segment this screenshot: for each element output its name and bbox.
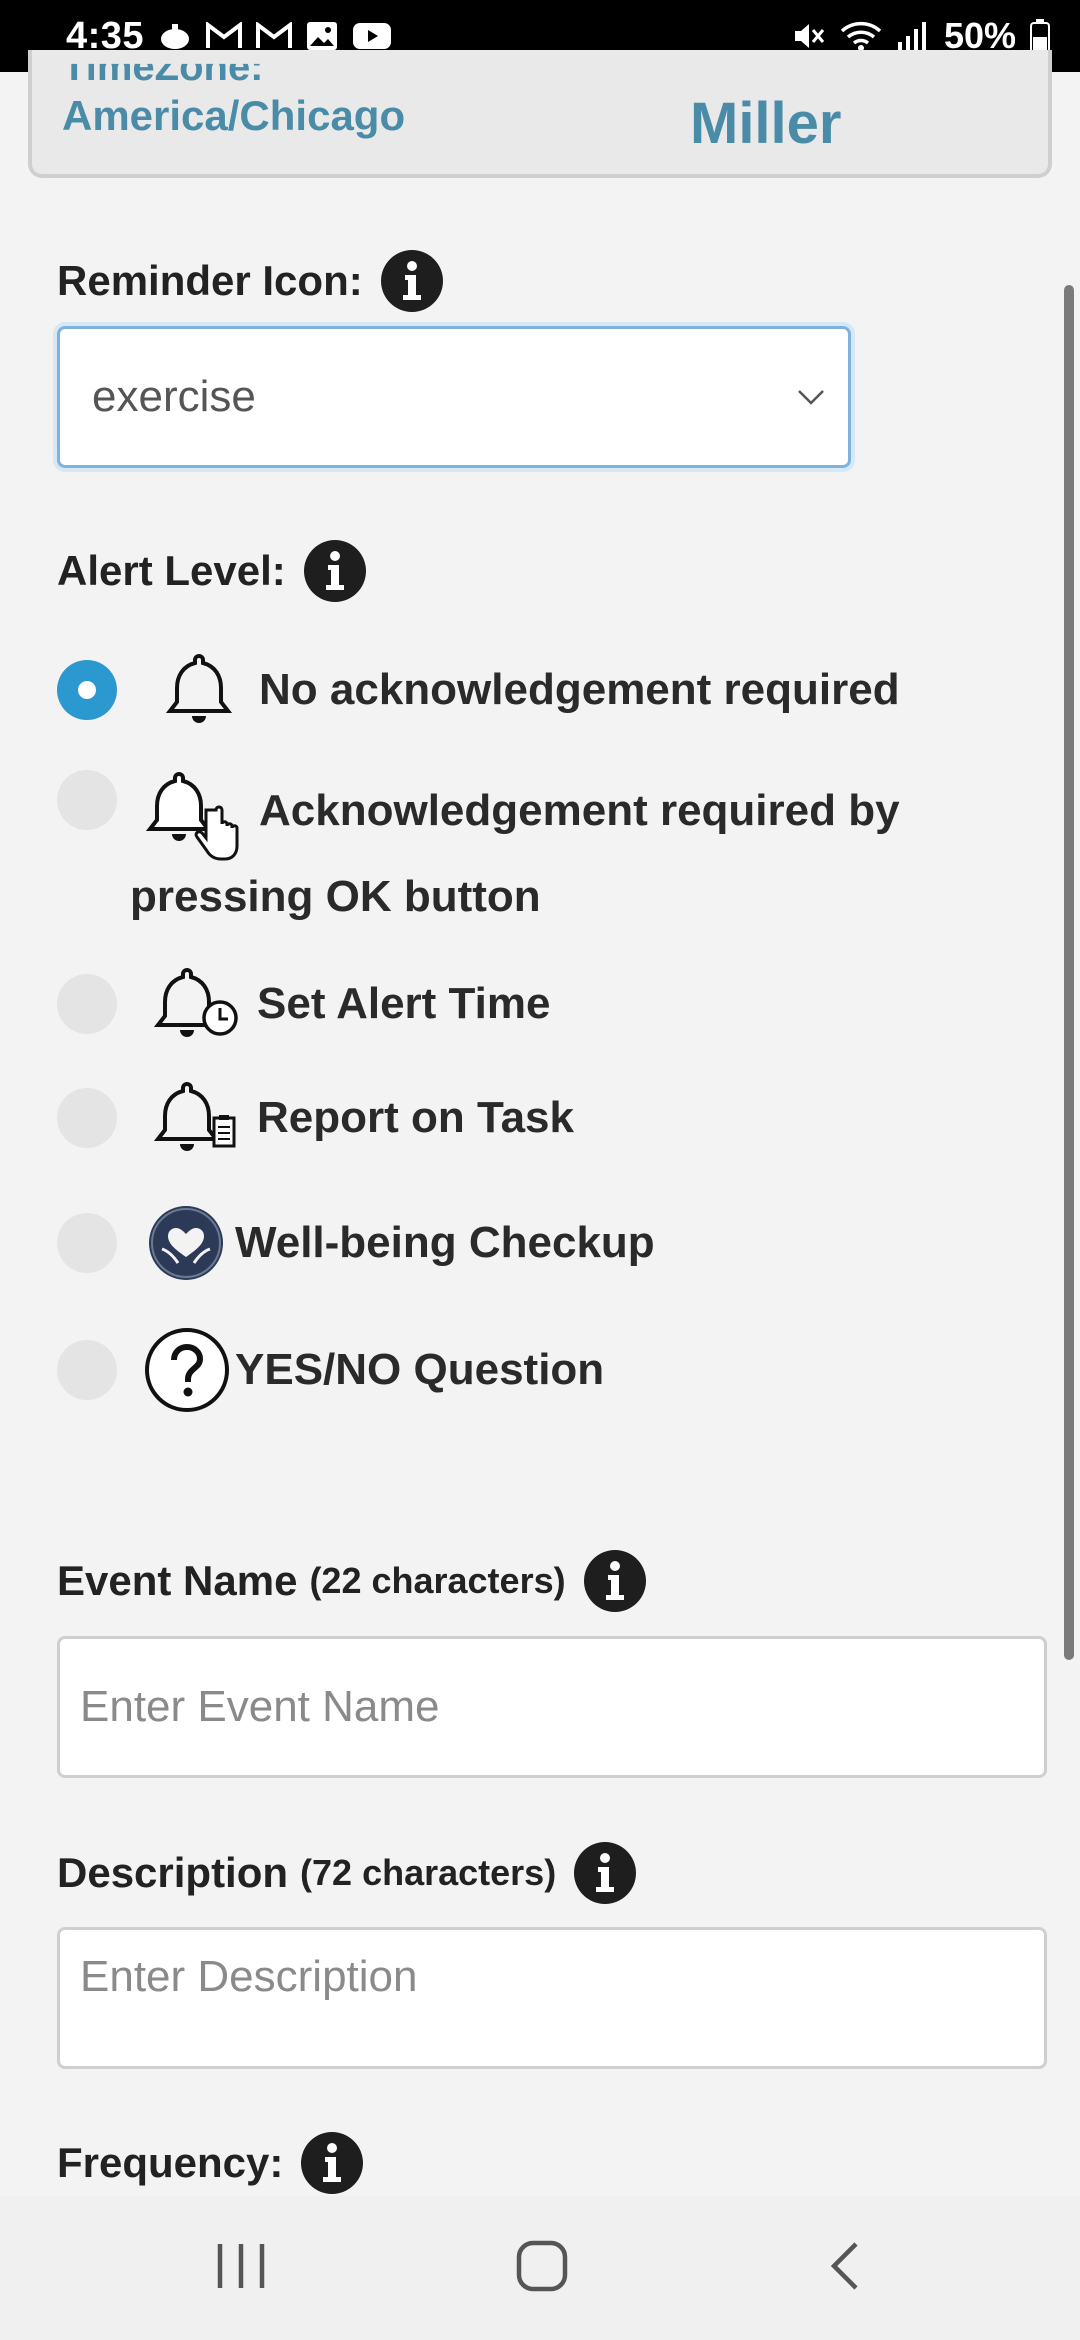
system-nav-bar bbox=[0, 2196, 1080, 2340]
heart-hands-icon bbox=[147, 1204, 225, 1282]
info-icon[interactable] bbox=[574, 1842, 637, 1904]
user-surname: Miller bbox=[690, 91, 842, 156]
radio-button[interactable] bbox=[57, 1088, 117, 1148]
gmail-icon bbox=[206, 22, 243, 50]
reminder-icon-select[interactable]: exercise bbox=[57, 326, 851, 468]
recent-apps-icon bbox=[217, 2244, 265, 2288]
battery-icon bbox=[1030, 19, 1050, 53]
alert-option-report-task[interactable]: Report on Task bbox=[57, 1080, 574, 1156]
radio-button-checked[interactable] bbox=[57, 660, 117, 720]
reminder-icon-label-row: Reminder Icon: bbox=[57, 250, 443, 312]
mute-icon bbox=[792, 20, 826, 52]
bell-icon bbox=[139, 652, 259, 728]
alert-option-ack-ok[interactable]: Acknowledgement required by bbox=[57, 770, 900, 870]
description-label-row: Description (72 characters) bbox=[57, 1842, 637, 1904]
alert-option-label: Acknowledgement required by bbox=[259, 786, 900, 835]
back-button[interactable] bbox=[820, 2236, 870, 2296]
description-input[interactable] bbox=[57, 1927, 1047, 2069]
youtube-icon bbox=[352, 21, 392, 51]
wifi-icon bbox=[840, 19, 882, 53]
radio-button[interactable] bbox=[57, 974, 117, 1034]
frequency-label-row: Frequency: bbox=[57, 2132, 364, 2194]
bell-clipboard-icon bbox=[137, 1080, 257, 1156]
frequency-label: Frequency: bbox=[57, 2139, 284, 2186]
info-icon[interactable] bbox=[303, 540, 366, 602]
alert-option-label: YES/NO Question bbox=[235, 1345, 605, 1394]
home-icon bbox=[516, 2240, 568, 2292]
timezone-value: America/Chicago bbox=[62, 92, 406, 139]
reminder-icon-selected: exercise bbox=[92, 372, 256, 421]
alert-option-label: Report on Task bbox=[257, 1093, 575, 1142]
radio-button[interactable] bbox=[57, 1340, 117, 1400]
notification-app-icon bbox=[158, 21, 192, 51]
event-name-hint: (22 characters) bbox=[309, 1560, 566, 1601]
alert-level-label: Alert Level: bbox=[57, 547, 286, 594]
reminder-icon-label: Reminder Icon: bbox=[57, 257, 363, 304]
alert-option-label: Set Alert Time bbox=[257, 979, 551, 1028]
info-icon[interactable] bbox=[301, 2132, 364, 2194]
scrollbar[interactable] bbox=[1064, 285, 1074, 1660]
question-circle-icon bbox=[143, 1326, 231, 1414]
chevron-down-icon bbox=[798, 390, 824, 405]
alert-level-label-row: Alert Level: bbox=[57, 540, 366, 602]
alert-option-label: No acknowledgement required bbox=[259, 665, 900, 714]
radio-button[interactable] bbox=[57, 1213, 117, 1273]
home-button[interactable] bbox=[512, 2236, 572, 2296]
alert-option-no-ack[interactable]: No acknowledgement required bbox=[57, 652, 900, 728]
event-name-label-row: Event Name (22 characters) bbox=[57, 1550, 646, 1612]
alert-option-wellbeing[interactable]: Well-being Checkup bbox=[57, 1204, 655, 1282]
info-icon[interactable] bbox=[583, 1550, 646, 1612]
bell-clock-icon bbox=[137, 966, 257, 1042]
alert-option-label: Well-being Checkup bbox=[235, 1218, 655, 1267]
radio-button[interactable] bbox=[57, 770, 117, 830]
event-name-input[interactable] bbox=[57, 1636, 1047, 1778]
alert-option-set-time[interactable]: Set Alert Time bbox=[57, 966, 550, 1042]
info-icon[interactable] bbox=[380, 250, 443, 312]
bell-hand-icon bbox=[139, 770, 259, 870]
gallery-icon bbox=[306, 21, 338, 51]
description-label: Description bbox=[57, 1849, 289, 1896]
back-icon bbox=[830, 2242, 858, 2290]
alert-option-label-continued: pressing OK button bbox=[130, 872, 541, 921]
alert-option-yes-no[interactable]: YES/NO Question bbox=[57, 1326, 604, 1414]
signal-icon bbox=[896, 20, 930, 52]
recent-apps-button[interactable] bbox=[214, 2236, 268, 2296]
description-hint: (72 characters) bbox=[300, 1852, 557, 1893]
gmail-icon bbox=[256, 22, 293, 50]
event-name-label: Event Name bbox=[57, 1557, 298, 1604]
